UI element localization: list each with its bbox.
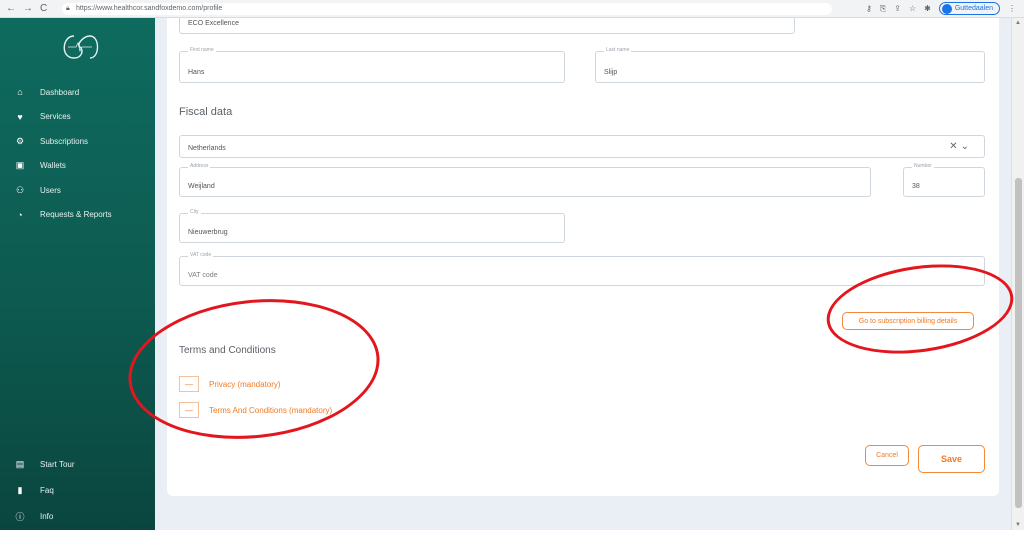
app-logo [63,35,99,59]
save-label: Save [940,454,963,464]
company-field-value: ECO Excellence [188,20,239,27]
select-controls: ✕⌄ [949,141,972,152]
sidebar-item-label: Wallets [40,161,66,171]
reload-icon[interactable]: C [40,3,47,14]
extensions-icon[interactable]: ✱ [924,4,931,13]
privacy-checkbox-row[interactable]: — Privacy (mandatory) [179,376,281,392]
avatar [941,3,952,14]
first-name-value: Hans [188,69,205,76]
key-icon[interactable]: ⚷ [866,4,872,13]
city-label: City [188,209,201,215]
number-label: Number [912,163,934,169]
city-field[interactable]: City Nieuwerbrug [179,209,565,243]
cancel-label: Cancel [876,452,898,459]
forward-icon[interactable]: → [23,3,33,14]
tour-icon: ▤ [15,458,25,469]
sidebar-item-label: Faq [40,485,54,495]
sidebar-item-info[interactable]: ⓘ Info [0,503,155,529]
cancel-button[interactable]: Cancel [865,445,909,466]
share-icon[interactable]: ⇪ [894,4,901,13]
last-name-value: Slijp [604,69,618,76]
country-select[interactable]: Netherlands ✕⌄ [179,135,985,158]
settings-icon: ⚙ [15,135,25,146]
sidebar-item-label: Users [40,185,61,195]
save-button[interactable]: Save [918,445,985,473]
address-value: Weijland [188,183,215,190]
privacy-label: Privacy (mandatory) [209,379,281,389]
subscription-billing-label: Go to subscription billing details [858,317,958,325]
address-field[interactable]: Address Weijland [179,163,871,197]
scroll-up-icon[interactable]: ▲ [1015,20,1021,26]
terms-title: Terms and Conditions [179,345,276,356]
number-value: 38 [912,183,920,190]
home-icon: ⌂ [17,87,23,98]
sidebar-item-faq[interactable]: ▮ Faq [0,477,155,503]
profile-form-card: ECO Excellence First name Hans Last name… [167,18,999,496]
sidebar-item-users[interactable]: ⚇ Users [0,178,155,203]
sidebar-bottom-menu: ▤ Start Tour ▮ Faq ⓘ Info [0,451,155,529]
browser-actions: ⚷ ⎘ ⇪ ☆ ✱ Guttedaalen ⋮ [866,2,1016,15]
sidebar-item-label: Dashboard [40,87,80,97]
terms-label: Terms And Conditions (mandatory) [209,405,333,415]
heart-icon: ♥ [17,111,23,122]
report-icon: ◔ [17,209,23,220]
sidebar-item-label: Requests & Reports [40,210,112,220]
back-icon[interactable]: ← [6,3,16,14]
scroll-thumb[interactable] [1015,178,1022,508]
address-bar-url: https://www.healthcor.sandfoxdemo.com/pr… [76,5,223,12]
browser-nav: ← → C [0,3,62,14]
scroll-down-icon[interactable]: ▼ [1015,522,1021,528]
terms-checkbox[interactable]: — [179,402,199,418]
profile-button[interactable]: Guttedaalen [938,2,1000,15]
kebab-menu-icon[interactable]: ⋮ [1008,4,1016,13]
sidebar-item-label: Services [40,112,71,122]
fiscal-data-title: Fiscal data [179,106,233,118]
bookmark-icon: ▮ [17,484,23,495]
sidebar-item-wallets[interactable]: ▣ Wallets [0,154,155,179]
sidebar-item-services[interactable]: ♥ Services [0,105,155,130]
browser-toolbar: ← → C 🔒︎ https://www.healthcor.sandfoxde… [0,0,1024,18]
vat-code-field[interactable]: VAT code VAT code [179,252,985,286]
clear-icon[interactable]: ✕ [949,141,960,152]
sidebar: ⌂ Dashboard ♥ Services ⚙ Subscriptions ▣… [0,18,155,530]
profile-label: Guttedaalen [954,5,993,12]
bank-icon: ▣ [15,160,25,171]
address-label: Address [188,163,211,169]
first-name-field[interactable]: First name Hans [179,47,565,83]
lock-icon: 🔒︎ [66,5,70,12]
sidebar-item-start-tour[interactable]: ▤ Start Tour [0,451,155,477]
sidebar-item-dashboard[interactable]: ⌂ Dashboard [0,80,155,105]
sidebar-item-subscriptions[interactable]: ⚙ Subscriptions [0,129,155,154]
sidebar-item-label: Info [40,511,54,521]
subscription-billing-button[interactable]: Go to subscription billing details [842,312,974,330]
translate-icon[interactable]: ⎘ [880,4,886,14]
sidebar-item-label: Start Tour [40,459,75,469]
number-field[interactable]: Number 38 [903,163,985,197]
chevron-down-icon[interactable]: ⌄ [961,141,972,152]
last-name-field[interactable]: Last name Slijp [595,47,985,83]
last-name-label: Last name [604,47,632,53]
page-scrollbar[interactable]: ▲ ▼ [1011,18,1024,530]
vat-code-label: VAT code [188,252,214,258]
users-icon: ⚇ [15,184,25,195]
terms-checkbox-row[interactable]: — Terms And Conditions (mandatory) [179,402,332,418]
sidebar-item-requests-reports[interactable]: ◔ Requests & Reports [0,203,155,228]
city-value: Nieuwerbrug [188,229,228,236]
sidebar-menu: ⌂ Dashboard ♥ Services ⚙ Subscriptions ▣… [0,80,155,227]
star-icon[interactable]: ☆ [909,4,916,13]
privacy-checkbox[interactable]: — [179,376,199,392]
address-bar[interactable]: 🔒︎ https://www.healthcor.sandfoxdemo.com… [62,3,832,15]
first-name-label: First name [188,47,216,53]
main-content: ECO Excellence First name Hans Last name… [155,18,1011,530]
company-field[interactable]: ECO Excellence [179,18,795,34]
vat-code-placeholder: VAT code [188,272,218,279]
country-value: Netherlands [188,145,226,152]
info-icon: ⓘ [15,511,25,522]
sidebar-item-label: Subscriptions [40,136,89,146]
page-footer-strip [0,530,1024,541]
